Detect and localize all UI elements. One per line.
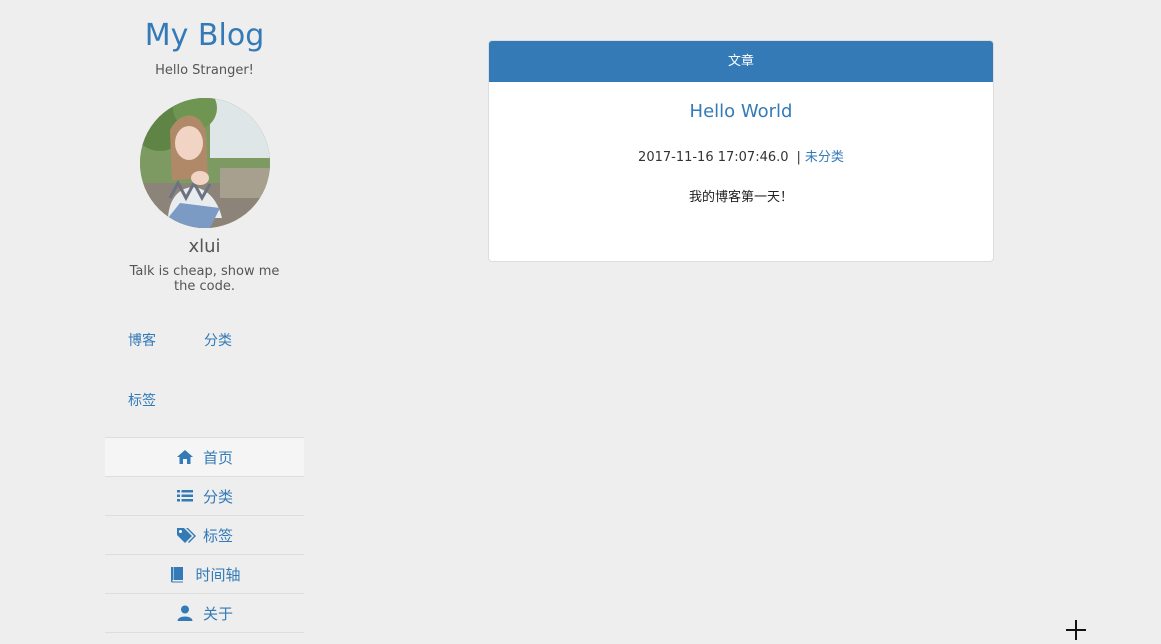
nav-item-label: 标签 <box>202 526 233 545</box>
sidebar-nav: 首页 分类 标签 时间轴 关于 <box>105 437 304 633</box>
nav-item-home[interactable]: 首页 <box>105 438 304 477</box>
post-excerpt: 我的博客第一天！ <box>688 190 793 205</box>
crosshair-cursor-icon <box>1066 620 1086 640</box>
nav-item-category[interactable]: 分类 <box>105 477 304 516</box>
avatar[interactable] <box>139 98 270 228</box>
stat-category-link[interactable]: 分类 <box>204 332 232 350</box>
post-category-link[interactable]: 未分类 <box>805 150 844 165</box>
stat-blog-link[interactable]: 博客 <box>128 332 156 350</box>
panel-heading: 文章 <box>489 41 993 82</box>
motto: Talk is cheap, show me the code. <box>129 264 280 294</box>
username: xlui <box>188 236 221 257</box>
list-icon <box>176 487 194 505</box>
sidebar: My Blog Hello Stranger! xlui Talk is che… <box>105 0 304 633</box>
nav-item-label: 时间轴 <box>195 565 241 584</box>
post-meta: 2017-11-16 17:07:46.0 | 未分类 <box>489 150 993 166</box>
avatar-photo <box>139 98 270 228</box>
nav-item-label: 分类 <box>202 487 233 506</box>
blog-subtitle: Hello Stranger! <box>155 63 254 78</box>
nav-item-about[interactable]: 关于 <box>105 594 304 633</box>
user-icon <box>176 604 194 622</box>
nav-item-tags[interactable]: 标签 <box>105 516 304 555</box>
stat-tag-link[interactable]: 标签 <box>128 392 156 410</box>
tags-icon <box>176 526 196 544</box>
nav-item-label: 关于 <box>202 604 233 623</box>
nav-item-timeline[interactable]: 时间轴 <box>105 555 304 594</box>
post-title-link[interactable]: Hello World <box>489 101 993 123</box>
posts-panel: 文章 Hello World 2017-11-16 17:07:46.0 | 未分类… <box>488 40 994 262</box>
home-icon <box>176 448 194 466</box>
meta-separator: | <box>796 150 801 165</box>
blog-title-link[interactable]: My Blog <box>105 17 304 55</box>
book-icon <box>168 565 186 583</box>
nav-item-label: 首页 <box>202 448 233 467</box>
post-date: 2017-11-16 17:07:46.0 <box>638 150 789 165</box>
